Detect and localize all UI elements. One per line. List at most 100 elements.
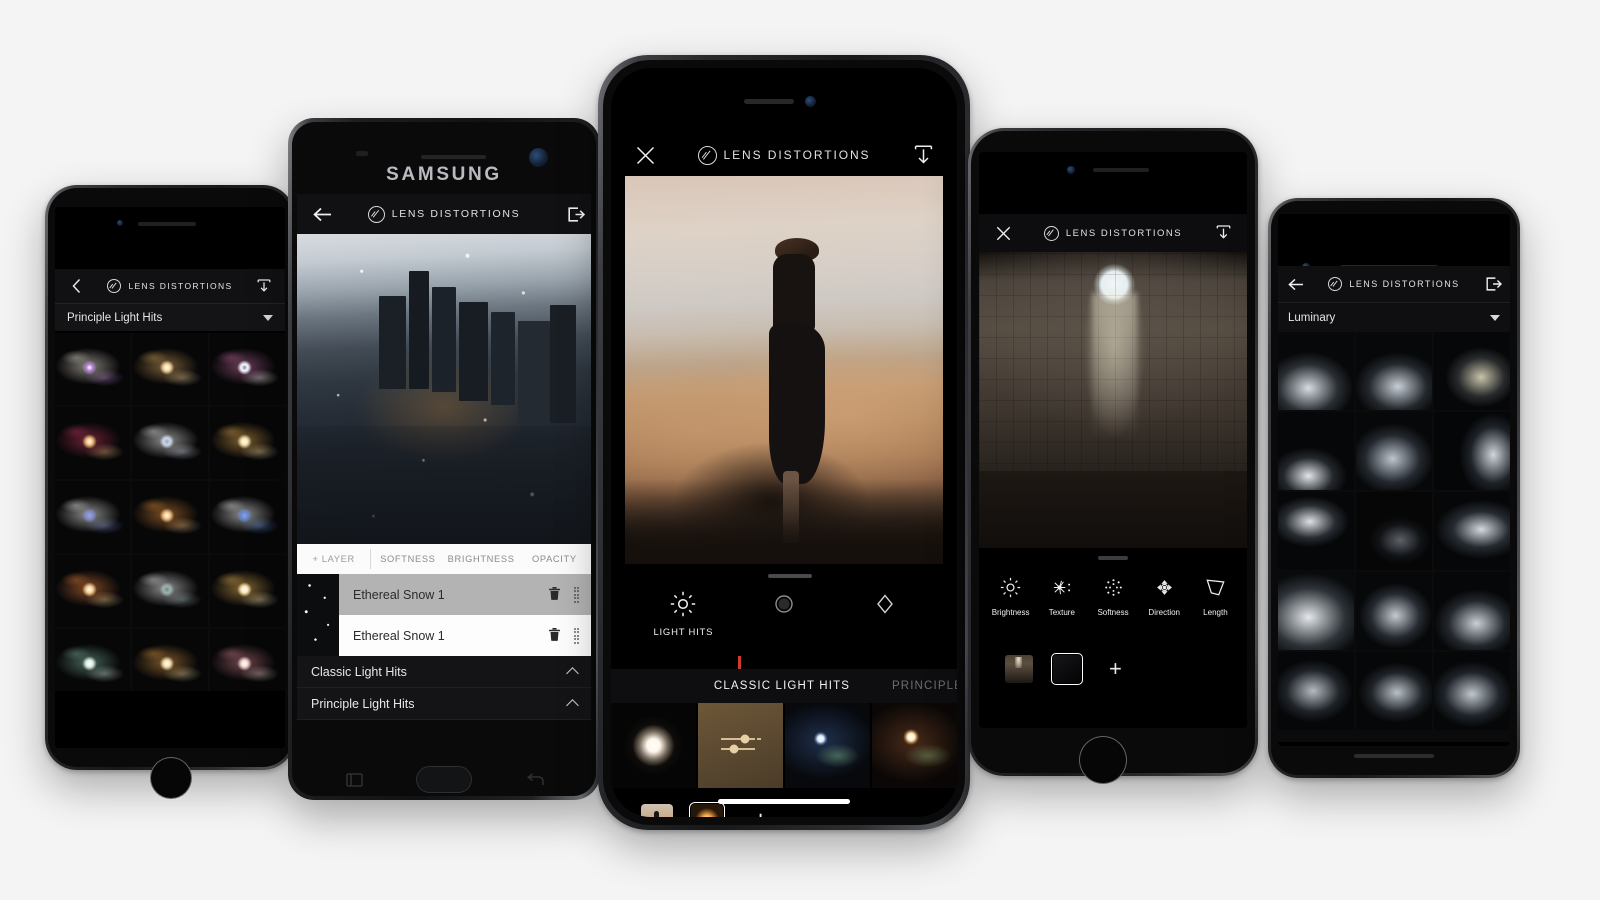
luminary-edge-15[interactable] bbox=[1434, 652, 1510, 730]
back-icon[interactable] bbox=[527, 773, 544, 792]
drag-grabber[interactable] bbox=[1098, 556, 1128, 560]
luminary-mist-1[interactable] bbox=[1278, 332, 1354, 410]
add-layer-button[interactable]: + bbox=[753, 807, 768, 817]
section-row-classic-light-hits[interactable]: Classic Light Hits bbox=[297, 656, 591, 688]
home-indicator[interactable] bbox=[718, 799, 850, 804]
export-download-icon[interactable] bbox=[255, 269, 273, 303]
close-x-icon[interactable] bbox=[993, 214, 1013, 252]
close-x-icon[interactable] bbox=[633, 134, 657, 176]
flare-cyan-spike[interactable] bbox=[209, 481, 285, 553]
luminary-glow-6[interactable] bbox=[1434, 412, 1510, 490]
softness-button[interactable]: SOFTNESS bbox=[371, 554, 444, 564]
category-tabs[interactable]: CLASSIC LIGHT HITS PRINCIPLE bbox=[611, 669, 957, 703]
chevron-down-icon[interactable] bbox=[1490, 314, 1500, 321]
effect-section-list[interactable]: Classic Light Hits Principle Light Hits bbox=[297, 656, 591, 759]
dotted-circle-icon bbox=[1103, 577, 1124, 603]
layer-row[interactable]: Ethereal Snow 1 bbox=[339, 574, 591, 615]
category-principle[interactable]: PRINCIPLE bbox=[892, 680, 957, 692]
original-photo-chip[interactable] bbox=[641, 804, 673, 817]
brand-name: LENS DISTORTIONS bbox=[723, 148, 871, 162]
layer-row[interactable]: Ethereal Snow 1 bbox=[339, 615, 591, 656]
section-row-principle-light-hits[interactable]: Principle Light Hits bbox=[297, 688, 591, 720]
luminary-edge-13[interactable] bbox=[1278, 652, 1354, 730]
export-arrow-icon[interactable] bbox=[565, 194, 587, 234]
flare-violet-burst[interactable] bbox=[55, 333, 131, 405]
chevron-up-icon[interactable] bbox=[566, 699, 579, 712]
light-ray-chip[interactable] bbox=[1051, 653, 1083, 685]
flare-sunset-spike[interactable] bbox=[55, 555, 131, 627]
layer-toolbar[interactable]: + LAYER SOFTNESS BRIGHTNESS OPACITY bbox=[297, 544, 591, 574]
effect-thumbnail-grid[interactable] bbox=[1278, 332, 1510, 742]
chevron-up-icon[interactable] bbox=[566, 667, 579, 680]
luminary-bokeh-11[interactable] bbox=[1356, 572, 1432, 650]
luminary-mist-2[interactable] bbox=[1356, 332, 1432, 410]
brightness-button[interactable]: BRIGHTNESS bbox=[445, 554, 518, 564]
collection-selector[interactable]: Principle Light Hits bbox=[55, 303, 285, 331]
phone-screen: LENS DISTORTIONS Principle Light Hits bbox=[55, 207, 285, 748]
preset-soft-white-glow[interactable] bbox=[611, 703, 696, 788]
drag-grabber[interactable] bbox=[768, 574, 812, 578]
home-button[interactable] bbox=[1079, 736, 1127, 784]
luminary-prism-3[interactable] bbox=[1434, 332, 1510, 410]
arrow-left-icon[interactable] bbox=[1286, 266, 1306, 302]
tab-fog[interactable] bbox=[734, 591, 835, 622]
category-classic-light-hits[interactable]: CLASSIC LIGHT HITS bbox=[714, 680, 850, 692]
tool-tabs[interactable]: LIGHT HITS bbox=[611, 591, 957, 638]
flare-orange-bloom[interactable] bbox=[132, 481, 208, 553]
export-download-icon[interactable] bbox=[911, 134, 935, 176]
flare-white-starburst[interactable] bbox=[132, 407, 208, 479]
preset-golden-lens-flare[interactable] bbox=[872, 703, 957, 788]
flare-amber-haze[interactable] bbox=[132, 333, 208, 405]
flare-magenta-star[interactable] bbox=[209, 333, 285, 405]
tool-texture[interactable]: Texture bbox=[1036, 577, 1087, 617]
flare-cool-spike[interactable] bbox=[132, 555, 208, 627]
layer-filmstrip[interactable]: + bbox=[979, 648, 1247, 690]
layer-list[interactable]: Ethereal Snow 1 Ethereal Snow 1 bbox=[339, 574, 591, 656]
direction-arrows-icon bbox=[1154, 577, 1175, 603]
export-download-icon[interactable] bbox=[1213, 214, 1233, 252]
original-photo-chip[interactable] bbox=[1005, 655, 1033, 683]
flare-blue-bloom[interactable] bbox=[55, 481, 131, 553]
flare-crimson-streak[interactable] bbox=[55, 407, 131, 479]
tab-shimmer[interactable] bbox=[834, 591, 935, 622]
tool-softness[interactable]: Softness bbox=[1087, 577, 1138, 617]
luminary-dark-8[interactable] bbox=[1356, 492, 1432, 570]
luminary-shard-5[interactable] bbox=[1356, 412, 1432, 490]
preset-blue-lens-flare[interactable] bbox=[785, 703, 870, 788]
tool-brightness[interactable]: Brightness bbox=[985, 577, 1036, 617]
recents-icon[interactable] bbox=[346, 773, 363, 792]
preset-thumbnail-row[interactable] bbox=[611, 703, 957, 788]
drag-handle-icon[interactable] bbox=[573, 586, 579, 603]
tool-length[interactable]: Length bbox=[1190, 577, 1241, 617]
opacity-button[interactable]: OPACITY bbox=[518, 554, 591, 564]
collection-selector[interactable]: Luminary bbox=[1278, 302, 1510, 332]
tool-label: LIGHT HITS bbox=[653, 627, 714, 638]
effect-thumbnail-grid[interactable] bbox=[55, 333, 285, 701]
luminary-soft-10[interactable] bbox=[1278, 572, 1354, 650]
luminary-crystal-7[interactable] bbox=[1278, 492, 1354, 570]
flare-gold-starburst[interactable] bbox=[209, 407, 285, 479]
figure-body bbox=[773, 254, 815, 332]
glow-effect-chip[interactable] bbox=[689, 802, 725, 817]
flare-honey-spike[interactable] bbox=[209, 555, 285, 627]
chevron-left-icon[interactable] bbox=[67, 269, 85, 303]
adjustment-tool-row[interactable]: Brightness Texture Softness Direction Le… bbox=[979, 577, 1247, 617]
tab-light-hits[interactable]: LIGHT HITS bbox=[633, 591, 734, 638]
add-layer-button[interactable]: + bbox=[1109, 658, 1122, 680]
luminary-orb-4[interactable] bbox=[1278, 412, 1354, 490]
arrow-left-icon[interactable] bbox=[311, 194, 333, 234]
luminary-ring-9[interactable] bbox=[1434, 492, 1510, 570]
luminary-edge-14[interactable] bbox=[1356, 652, 1432, 730]
home-button[interactable] bbox=[150, 757, 192, 799]
drag-handle-icon[interactable] bbox=[573, 627, 579, 644]
luminary-veil-12[interactable] bbox=[1434, 572, 1510, 650]
home-button[interactable] bbox=[416, 766, 472, 793]
trash-icon[interactable] bbox=[548, 627, 560, 644]
trash-icon[interactable] bbox=[548, 586, 560, 603]
preset-sliders-adjust-tile[interactable] bbox=[698, 703, 783, 788]
sliders-icon bbox=[718, 728, 764, 763]
export-arrow-icon[interactable] bbox=[1484, 266, 1504, 302]
tool-direction[interactable]: Direction bbox=[1139, 577, 1190, 617]
add-layer-button[interactable]: + LAYER bbox=[297, 554, 370, 564]
chevron-down-icon[interactable] bbox=[263, 314, 273, 321]
